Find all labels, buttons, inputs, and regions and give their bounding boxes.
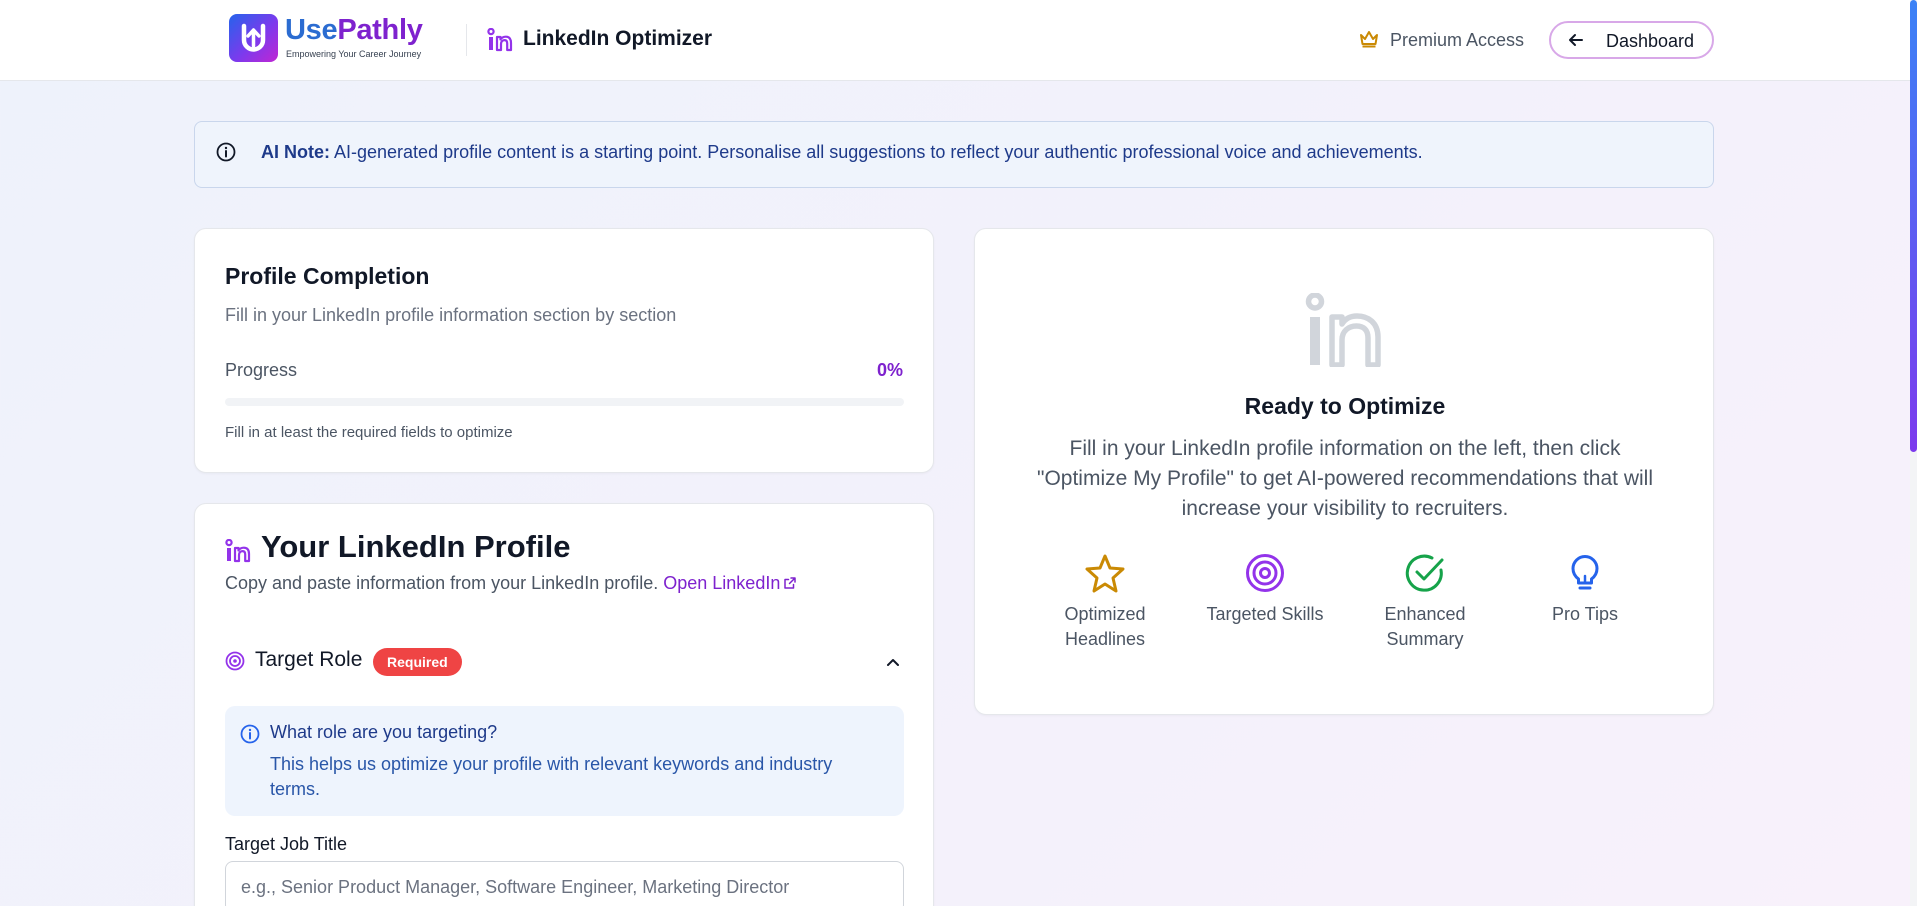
header-divider <box>466 24 467 56</box>
linkedin-profile-card: Your LinkedIn Profile Copy and paste inf… <box>194 503 934 906</box>
check-circle-icon <box>1350 552 1500 594</box>
dashboard-button-label: Dashboard <box>1606 31 1695 51</box>
crown-icon <box>1359 30 1379 53</box>
star-icon <box>1030 552 1180 594</box>
linkedin-icon <box>1305 292 1385 372</box>
target-job-title-label: Target Job Title <box>225 834 348 854</box>
ai-note-label: AI Note: <box>261 142 330 162</box>
profile-completion-card: Profile Completion Fill in your LinkedIn… <box>194 228 934 473</box>
feature-pro-tips: Pro Tips <box>1510 552 1660 627</box>
premium-access-label: Premium Access <box>1390 30 1525 50</box>
progress-value: 0% <box>876 360 903 380</box>
profile-completion-subtitle: Fill in your LinkedIn profile informatio… <box>225 305 677 325</box>
brand-name-use: Use <box>285 14 338 46</box>
feature-label: Pro Tips <box>1551 604 1619 624</box>
feature-optimized-headlines: Optimized Headlines <box>1030 552 1180 652</box>
progress-bar <box>225 398 904 406</box>
feature-label: Optimized Headlines <box>1064 604 1146 649</box>
open-linkedin-label: Open LinkedIn <box>663 573 781 593</box>
progress-label: Progress <box>225 360 298 380</box>
target-icon <box>1190 552 1340 594</box>
target-role-section-title[interactable]: Target Role <box>255 648 362 672</box>
required-badge: Required <box>373 648 462 676</box>
open-linkedin-link[interactable]: Open LinkedIn <box>663 573 797 593</box>
target-icon <box>225 651 245 676</box>
brand-name-pathly: Pathly <box>337 14 423 46</box>
chevron-up-icon[interactable] <box>885 654 901 675</box>
profile-completion-title: Profile Completion <box>225 263 430 289</box>
target-role-info-box: What role are you targeting? This helps … <box>225 706 904 816</box>
feature-label: Enhanced Summary <box>1384 604 1466 649</box>
info-icon <box>240 724 260 749</box>
arrow-left-icon <box>1567 31 1585 54</box>
ai-note-text: AI Note: AI-generated profile content is… <box>261 142 1423 163</box>
linkedin-profile-subtitle: Copy and paste information from your Lin… <box>225 573 797 595</box>
info-icon <box>216 142 236 167</box>
feature-label: Targeted Skills <box>1206 604 1324 624</box>
linkedin-profile-subtitle-text: Copy and paste information from your Lin… <box>225 573 659 593</box>
top-header: UsePathly Empowering Your Career Journey… <box>0 0 1910 81</box>
linkedin-icon <box>225 538 251 568</box>
ai-note-banner: AI Note: AI-generated profile content is… <box>194 121 1714 188</box>
feature-enhanced-summary: Enhanced Summary <box>1350 552 1500 652</box>
linkedin-icon <box>487 27 513 57</box>
ready-to-optimize-title: Ready to Optimize <box>1244 393 1446 419</box>
dashboard-button[interactable]: Dashboard <box>1549 21 1714 59</box>
ready-to-optimize-card: Ready to Optimize Fill in your LinkedIn … <box>974 228 1714 715</box>
linkedin-profile-title: Your LinkedIn Profile <box>261 529 571 564</box>
brand-tagline: Empowering Your Career Journey <box>286 49 422 59</box>
ready-to-optimize-description: Fill in your LinkedIn profile informatio… <box>1037 437 1653 520</box>
usepathly-logo-icon[interactable] <box>229 14 278 62</box>
external-link-icon <box>783 574 797 595</box>
lightbulb-icon <box>1510 552 1660 594</box>
brand-name[interactable]: UsePathly <box>285 14 423 47</box>
progress-hint: Fill in at least the required fields to … <box>225 424 513 441</box>
target-role-info-description: This helps us optimize your profile with… <box>270 754 833 799</box>
target-job-title-input[interactable] <box>225 861 904 906</box>
page-scrollbar[interactable] <box>1910 0 1917 906</box>
page-scrollbar-thumb[interactable] <box>1910 0 1917 452</box>
target-role-info-question: What role are you targeting? <box>270 722 498 742</box>
feature-targeted-skills: Targeted Skills <box>1190 552 1340 627</box>
ai-note-body: AI-generated profile content is a starti… <box>330 142 1423 162</box>
app-title: LinkedIn Optimizer <box>523 27 713 50</box>
